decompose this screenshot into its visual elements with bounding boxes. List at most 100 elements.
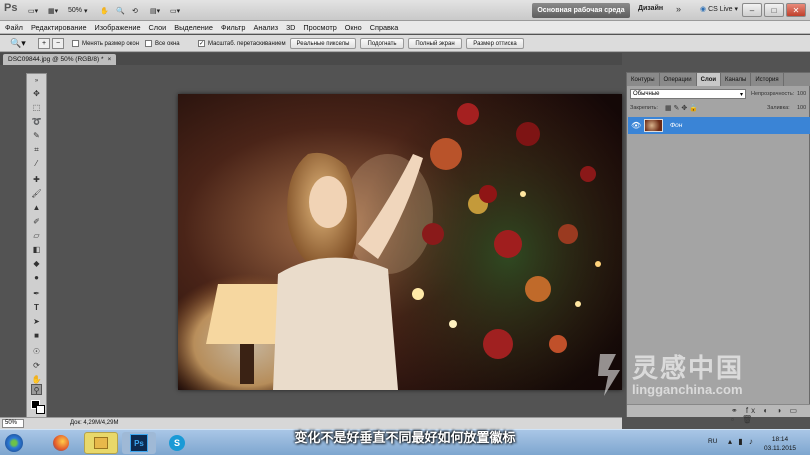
- marquee-tool-icon[interactable]: ⬚: [31, 102, 42, 113]
- 3d-orbit-tool-icon[interactable]: ⟳: [31, 360, 42, 371]
- clock-date: 03.11.2015: [764, 445, 797, 452]
- menu-3d[interactable]: 3D: [286, 23, 295, 32]
- zoom-icon[interactable]: 🔍: [116, 3, 125, 18]
- menu-analysis[interactable]: Анализ: [253, 23, 278, 32]
- lasso-tool-icon[interactable]: ➰: [31, 116, 42, 127]
- zoom-in-icon[interactable]: +: [38, 38, 50, 49]
- watermark-url: lingganchina.com: [632, 382, 743, 397]
- 3d-rotate-tool-icon[interactable]: ☉: [31, 346, 42, 357]
- actual-pixels-button[interactable]: Реальные пикселы: [290, 38, 356, 49]
- layer-name[interactable]: Фон: [670, 122, 682, 129]
- quick-selection-tool-icon[interactable]: ✎: [31, 130, 42, 141]
- layer-row-background[interactable]: 👁 Фон: [628, 117, 810, 134]
- healing-brush-tool-icon[interactable]: ✚: [31, 174, 42, 185]
- fill-value[interactable]: 100: [797, 105, 806, 111]
- document-tab[interactable]: DSC09844.jpg @ 50% (RGB/8) * ×: [3, 54, 117, 65]
- resize-windows-option[interactable]: Менять размер окон: [72, 38, 139, 49]
- clone-stamp-tool-icon[interactable]: ▲: [31, 202, 42, 213]
- minibridge-icon[interactable]: ▦▾: [48, 3, 58, 18]
- menu-file[interactable]: Файл: [5, 23, 23, 32]
- more-workspaces-icon[interactable]: »: [676, 4, 681, 14]
- menu-edit[interactable]: Редактирование: [31, 23, 87, 32]
- history-brush-tool-icon[interactable]: ✐: [31, 216, 42, 227]
- move-tool-icon[interactable]: ✥: [31, 88, 42, 99]
- scrubby-zoom-label: Масштаб. перетаскиванием: [208, 40, 286, 47]
- menu-bar: Файл Редактирование Изображение Слои Выд…: [0, 21, 810, 34]
- tab-actions[interactable]: Операции: [660, 73, 697, 86]
- maximize-button[interactable]: □: [764, 3, 784, 17]
- video-subtitle: 变化不是好垂直不同最好如何放置徽标: [294, 431, 516, 446]
- lock-label: Закрепить:: [630, 105, 658, 111]
- gradient-tool-icon[interactable]: ◧: [31, 244, 42, 255]
- zoom-out-icon[interactable]: −: [52, 38, 64, 49]
- type-tool-icon[interactable]: T: [31, 302, 42, 313]
- resize-windows-label: Менять размер окон: [82, 40, 140, 47]
- all-windows-checkbox[interactable]: [145, 40, 152, 47]
- tab-layers[interactable]: Слои: [696, 73, 722, 86]
- cs-live-label: CS Live: [708, 6, 733, 13]
- crop-tool-icon[interactable]: ⌗: [31, 144, 42, 155]
- blend-mode-value: Обычные: [633, 91, 660, 97]
- zoom-level-dropdown[interactable]: 50% ▾: [68, 3, 87, 18]
- menu-layers[interactable]: Слои: [149, 23, 167, 32]
- rotate-view-icon[interactable]: ⟲: [132, 3, 138, 18]
- path-selection-tool-icon[interactable]: ➤: [31, 316, 42, 327]
- menu-image[interactable]: Изображение: [95, 23, 141, 32]
- options-bar: 🔍▾ + − Менять размер окон Все окна ✓ Масш…: [0, 35, 810, 52]
- lock-icons[interactable]: ▦ ✎ ✥ 🔒: [665, 104, 698, 112]
- fit-screen-button[interactable]: Подогнать: [360, 38, 404, 49]
- menu-help[interactable]: Справка: [370, 23, 399, 32]
- brush-tool-icon[interactable]: 🖌: [31, 188, 42, 199]
- eyedropper-tool-icon[interactable]: ⁄: [31, 158, 42, 169]
- menu-filter[interactable]: Фильтр: [221, 23, 246, 32]
- blur-tool-icon[interactable]: ◆: [31, 258, 42, 269]
- hand-icon[interactable]: ✋: [100, 3, 109, 18]
- cs-live-icon: ◉: [700, 6, 707, 13]
- pen-tool-icon[interactable]: ✒: [31, 288, 42, 299]
- background-color-swatch[interactable]: [36, 405, 45, 414]
- tab-history[interactable]: История: [751, 73, 784, 86]
- shape-tool-icon[interactable]: ■: [31, 330, 42, 341]
- document-tab-close-icon[interactable]: ×: [107, 56, 111, 63]
- toolbox-collapse-icon[interactable]: »: [31, 76, 42, 87]
- document-canvas[interactable]: [178, 94, 622, 390]
- layer-actions-icons[interactable]: ⚭ fx ◐ ◑ ▭ ▫ 🗑: [731, 406, 810, 424]
- watermark-text-cn: 灵感中国: [632, 354, 745, 384]
- christmas-photo: [178, 94, 622, 390]
- zoom-tool-icon[interactable]: 🔍▾: [10, 38, 26, 49]
- document-tab-title: DSC09844.jpg @ 50% (RGB/8) *: [8, 56, 104, 63]
- zoom-tool-icon-active[interactable]: ⚲: [31, 384, 42, 395]
- screen-mode-icon[interactable]: ▭▾: [170, 3, 180, 18]
- tab-channels[interactable]: Каналы: [721, 73, 752, 86]
- tab-paths[interactable]: Контуры: [627, 73, 660, 86]
- menu-select[interactable]: Выделение: [174, 23, 213, 32]
- chevron-down-icon: ▾: [739, 91, 743, 98]
- tools-panel: » ✥ ⬚ ➰ ✎ ⌗ ⁄ ✚ 🖌 ▲ ✐ ▱ ◧ ◆ ● ✒ T ➤ ■ ☉ …: [26, 73, 47, 423]
- eraser-tool-icon[interactable]: ▱: [31, 230, 42, 241]
- close-button[interactable]: ✕: [786, 3, 806, 17]
- menu-view[interactable]: Просмотр: [303, 23, 336, 32]
- minimize-button[interactable]: –: [742, 3, 762, 17]
- all-windows-option[interactable]: Все окна: [145, 38, 180, 49]
- app-bar: Ps ▭▾ ▦▾ 50% ▾ ✋ 🔍 ⟲ ▤▾ ▭▾ Основная рабо…: [0, 0, 810, 21]
- scrubby-zoom-checkbox[interactable]: ✓: [198, 40, 205, 47]
- arrange-documents-icon[interactable]: ▤▾: [150, 3, 160, 18]
- blend-mode-select[interactable]: Обычные ▾: [630, 89, 746, 99]
- scrubby-zoom-option[interactable]: ✓ Масштаб. перетаскиванием: [198, 38, 286, 49]
- design-workspace-button[interactable]: Дизайн: [638, 5, 663, 12]
- panel-tab-strip: Контуры Операции Слои Каналы История: [627, 73, 810, 86]
- print-size-button[interactable]: Размер оттиска: [466, 38, 524, 49]
- cs-live-button[interactable]: ◉ CS Live ▾: [700, 5, 738, 13]
- layer-thumbnail: [644, 119, 663, 132]
- dodge-tool-icon[interactable]: ●: [31, 272, 42, 283]
- opacity-label: Непрозрачность:: [751, 91, 795, 97]
- menu-window[interactable]: Окно: [345, 23, 362, 32]
- eye-icon[interactable]: 👁: [631, 121, 641, 130]
- bridge-icon[interactable]: ▭▾: [28, 3, 38, 18]
- fill-screen-button[interactable]: Полный экран: [408, 38, 462, 49]
- resize-windows-checkbox[interactable]: [72, 40, 79, 47]
- opacity-value[interactable]: 100: [797, 91, 806, 97]
- workspace-button[interactable]: Основная рабочая среда: [532, 3, 630, 18]
- document-info[interactable]: Док: 4,29M/4,29M: [70, 420, 118, 426]
- document-tab-bar: DSC09844.jpg @ 50% (RGB/8) * ×: [0, 53, 622, 65]
